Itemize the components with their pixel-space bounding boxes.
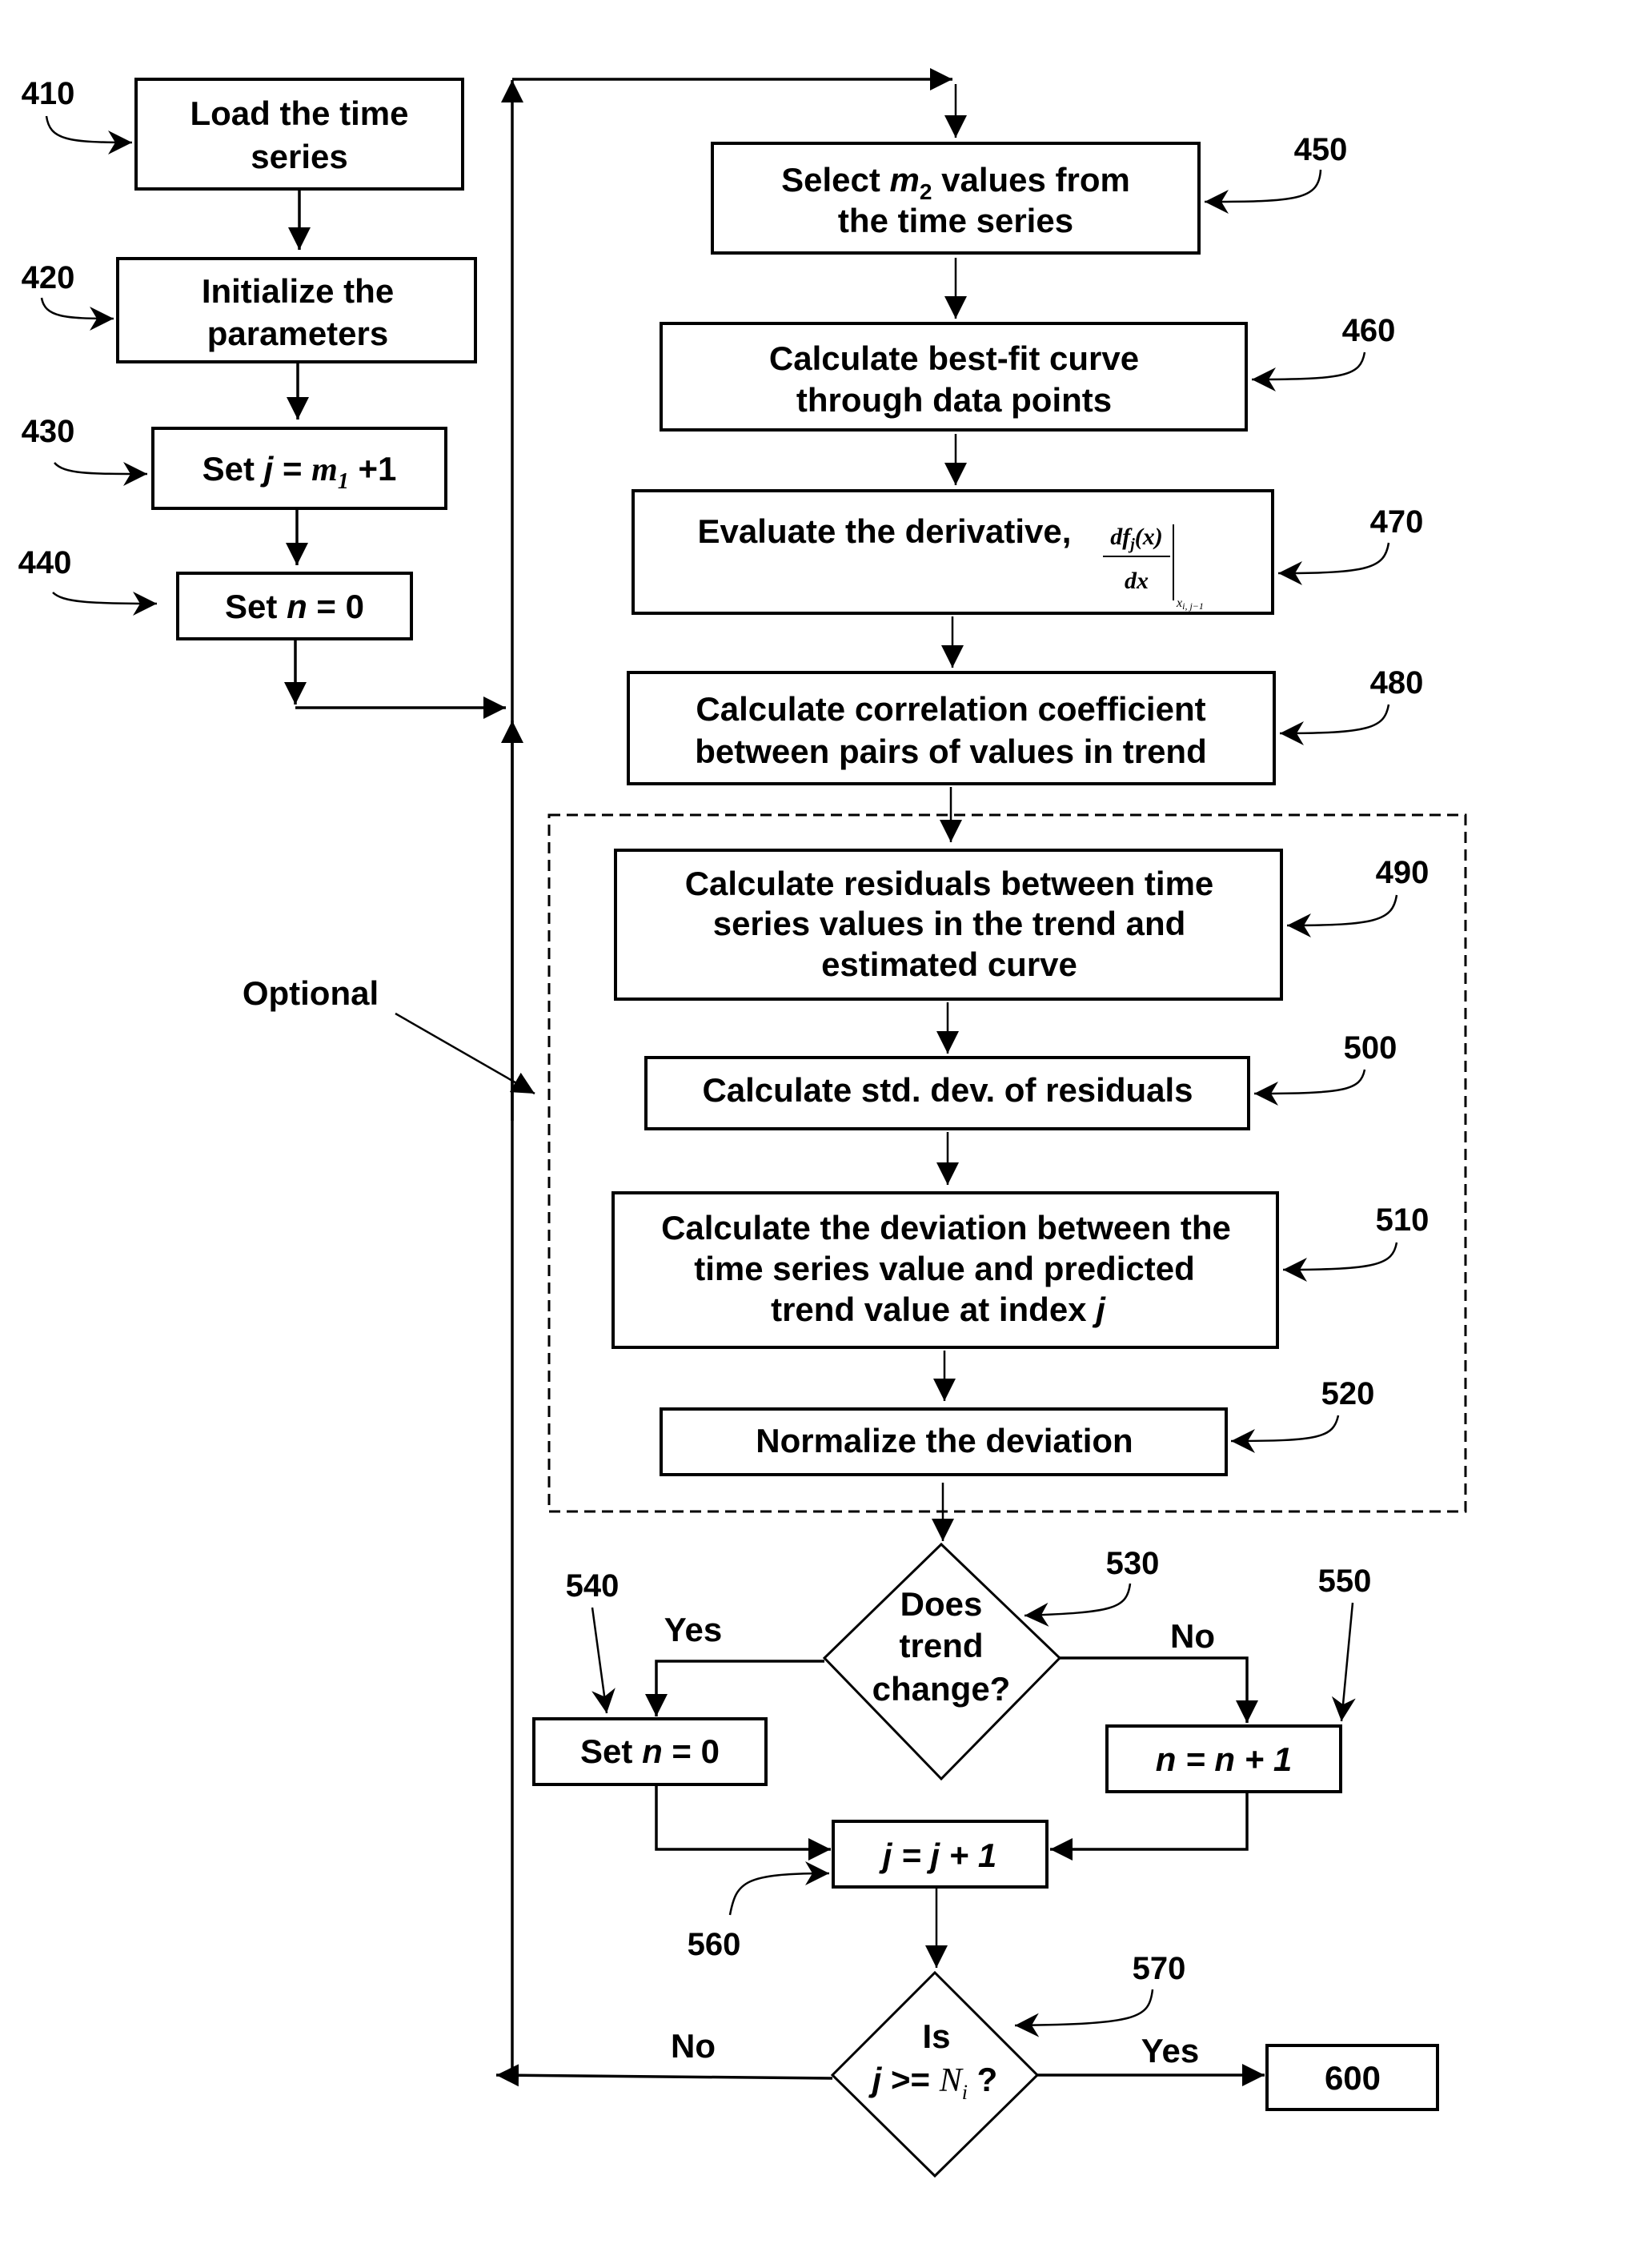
ref-410-arrow [45, 115, 133, 155]
optional-label: Optional [243, 974, 379, 1012]
step-510-line2: time series value and predicted [694, 1250, 1195, 1287]
step-600: 600 [1265, 2044, 1439, 2111]
step-500-line1: Calculate std. dev. of residuals [702, 1071, 1193, 1109]
decision-530-line2: trend [900, 1627, 984, 1664]
arrow-550-560 [1050, 1792, 1249, 1861]
ref-540-arrow [591, 1607, 615, 1714]
ref-560-arrow [728, 1861, 830, 1916]
decision-530-line3: change? [872, 1670, 1011, 1708]
step-510-line3: trend value at index j [771, 1291, 1106, 1328]
ref-510: 510 [1376, 1202, 1429, 1238]
step-420-line2: parameters [207, 315, 388, 352]
decision-570-line2: j >= Ni ? [868, 2061, 998, 2104]
step-550-label: n = n + 1 [1156, 1740, 1292, 1778]
ref-490: 490 [1376, 855, 1429, 890]
step-470-box [632, 489, 1274, 615]
step-410: Load the time series 410 [22, 76, 464, 191]
ref-440-arrow [52, 591, 158, 616]
ref-530: 530 [1106, 1546, 1160, 1581]
step-450-line1: Select m2 values from [781, 161, 1130, 204]
step-410-line2: series [251, 138, 347, 175]
ref-490-arrow [1286, 894, 1398, 937]
derivative-numerator: dfj(x) [1110, 524, 1163, 553]
decision-530-no-label: No [1170, 1617, 1215, 1655]
step-420: Initialize the parameters 420 [22, 257, 477, 363]
flowchart: Load the time series 410 Initialize the … [18, 68, 1467, 2178]
step-560: j = j + 1 560 [688, 1820, 1049, 1962]
ref-570-arrow [1014, 1989, 1154, 2037]
ref-470: 470 [1370, 504, 1424, 540]
step-440-label: Set n = 0 [225, 588, 364, 625]
ref-420: 420 [22, 260, 75, 295]
ref-560: 560 [688, 1927, 741, 1962]
step-440: Set n = 0 440 [18, 545, 413, 640]
ref-530-arrow [1024, 1583, 1132, 1627]
optional-arrow [395, 1012, 535, 1095]
step-480-line2: between pairs of values in trend [695, 733, 1207, 770]
ref-500-arrow [1253, 1069, 1366, 1106]
arrow-540-560 [655, 1784, 831, 1861]
step-510: Calculate the deviation between the time… [611, 1191, 1429, 1349]
ref-550: 550 [1318, 1564, 1372, 1599]
step-470: Evaluate the derivative, dfj(x) dx xi, j… [632, 489, 1424, 615]
arrow-530-no [1060, 1656, 1258, 1723]
ref-460-arrow [1251, 351, 1366, 391]
ref-460: 460 [1342, 313, 1396, 348]
step-490-line2: series values in the trend and [713, 905, 1186, 942]
ref-430: 430 [22, 414, 75, 449]
decision-530-line1: Does [900, 1585, 983, 1623]
ref-550-arrow [1331, 1602, 1356, 1722]
step-490-line1: Calculate residuals between time [685, 865, 1214, 902]
ref-480-arrow [1279, 704, 1390, 745]
step-600-label: 600 [1325, 2059, 1381, 2097]
decision-570-no-label: No [671, 2027, 716, 2065]
ref-450: 450 [1294, 132, 1348, 167]
derivative-denominator: dx [1125, 568, 1149, 594]
step-450: Select m2 values from the time series 45… [711, 132, 1348, 255]
ref-430-arrow [54, 461, 148, 486]
ref-520-arrow [1230, 1415, 1340, 1453]
ref-420-arrow [40, 297, 114, 331]
ref-440: 440 [18, 545, 72, 580]
step-460: Calculate best-fit curve through data po… [660, 313, 1396, 432]
decision-570: Is j >= Ni ? 570 No Yes [671, 1951, 1199, 2178]
step-500: Calculate std. dev. of residuals 500 [644, 1030, 1397, 1130]
step-480-line1: Calculate correlation coefficient [696, 690, 1205, 728]
step-430: Set j = m1 +1 430 [22, 414, 447, 510]
decision-570-line1: Is [922, 2017, 950, 2055]
step-420-line1: Initialize the [202, 272, 394, 310]
step-550: n = n + 1 550 [1105, 1564, 1372, 1793]
ref-470-arrow [1277, 542, 1390, 585]
step-540-label: Set n = 0 [580, 1732, 720, 1770]
step-490-line3: estimated curve [821, 945, 1077, 983]
step-470-text: Evaluate the derivative, [698, 512, 1072, 550]
decision-530-yes-label: Yes [664, 1611, 722, 1648]
step-540: Set n = 0 540 [532, 1568, 768, 1786]
ref-540: 540 [566, 1568, 620, 1604]
decision-570-yes-label: Yes [1141, 2032, 1199, 2069]
step-410-line1: Load the time [190, 94, 408, 132]
step-520-line1: Normalize the deviation [756, 1422, 1133, 1459]
ref-570: 570 [1133, 1951, 1186, 1986]
ref-500: 500 [1344, 1030, 1397, 1066]
arrow-570-no [495, 2064, 833, 2087]
arrow-530-yes [645, 1660, 824, 1716]
step-520: Normalize the deviation 520 [660, 1376, 1375, 1476]
step-460-line2: through data points [796, 381, 1112, 419]
ref-510-arrow [1282, 1242, 1398, 1282]
step-450-line2: the time series [838, 202, 1073, 239]
step-510-line1: Calculate the deviation between the [661, 1209, 1231, 1246]
step-460-line1: Calculate best-fit curve [769, 339, 1139, 377]
step-430-label: Set j = m1 +1 [202, 450, 397, 494]
step-480: Calculate correlation coefficient betwee… [627, 665, 1424, 785]
ref-520: 520 [1321, 1376, 1375, 1411]
ref-480: 480 [1370, 665, 1424, 700]
ref-410: 410 [22, 76, 75, 111]
step-560-label: j = j + 1 [879, 1837, 996, 1874]
step-490: Calculate residuals between time series … [614, 849, 1429, 1001]
ref-450-arrow [1204, 169, 1322, 214]
